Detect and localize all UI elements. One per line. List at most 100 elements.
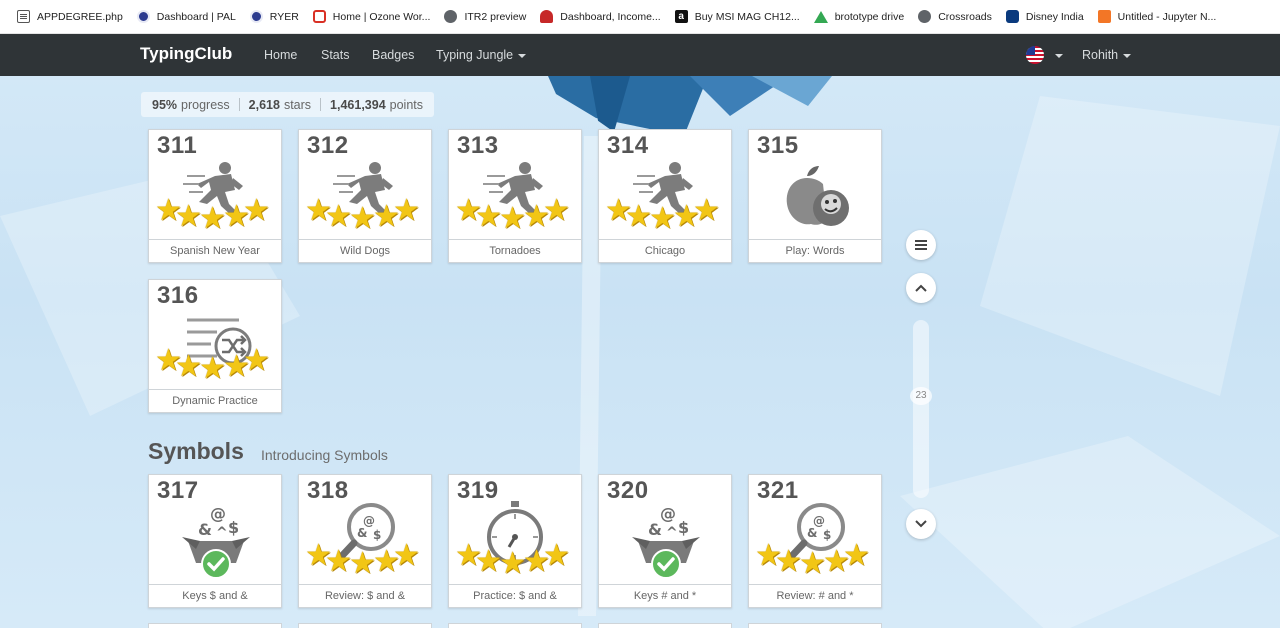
lesson-title: Spanish New Year — [149, 239, 281, 262]
bookmark-appdegree[interactable]: APPDEGREE.php — [10, 5, 130, 29]
bookmark-brototype[interactable]: brototype drive — [807, 5, 911, 29]
nav-badges[interactable]: Badges — [372, 48, 414, 62]
chevron-down-icon[interactable] — [1055, 54, 1063, 58]
lesson-title: Play: Words — [749, 239, 881, 262]
ring-icon — [249, 10, 263, 23]
scroll-up-button[interactable] — [906, 273, 936, 303]
star-icon: ★ — [843, 538, 870, 573]
disney-icon — [1005, 10, 1019, 23]
lesson-title: Review: # and * — [749, 584, 881, 607]
star-icon: ★ — [543, 193, 570, 228]
star-icon: ★ — [499, 201, 526, 236]
lesson-card-316[interactable]: 316 ★ ★ ★ ★ ★ Dynamic Practice — [148, 279, 282, 413]
scroll-down-button[interactable] — [906, 509, 936, 539]
bookmark-dashboard-pal[interactable]: Dashboard | PAL — [130, 5, 243, 29]
lesson-card-311[interactable]: 311 ★ ★ ★ ★ ★ Spanish New Year — [148, 129, 282, 263]
stars-label: stars — [283, 97, 312, 112]
star-icon: ★ — [349, 201, 376, 236]
lesson-title: Wild Dogs — [299, 239, 431, 262]
background-shard — [980, 96, 1280, 396]
lesson-title: Chicago — [599, 239, 731, 262]
star-icon: ★ — [475, 544, 502, 579]
lesson-card-314[interactable]: 314 ★ ★ ★ ★ ★ Chicago — [598, 129, 732, 263]
ring-icon — [136, 10, 150, 23]
star-icon: ★ — [393, 538, 420, 573]
lesson-card-313[interactable]: 313 ★ ★ ★ ★ ★ Tornadoes — [448, 129, 582, 263]
star-rating: ★ ★ ★ ★ ★ — [155, 343, 279, 386]
divider — [238, 98, 240, 111]
star-icon: ★ — [199, 201, 226, 236]
user-name: Rohith — [1082, 48, 1119, 62]
lesson-card-partial[interactable] — [448, 623, 582, 628]
bookmark-disney[interactable]: Disney India — [999, 5, 1091, 29]
top-navbar: TypingClub Home Stats Badges Typing Jung… — [0, 34, 1280, 76]
lesson-card-315[interactable]: 315 Play: Words — [748, 129, 882, 263]
lesson-card-partial[interactable] — [148, 623, 282, 628]
bookmark-itr2[interactable]: ITR2 preview — [437, 5, 533, 29]
globe-icon — [444, 10, 458, 23]
chevron-up-icon — [915, 284, 927, 292]
bookmark-ryer[interactable]: RYER — [243, 5, 306, 29]
nav-home[interactable]: Home — [264, 48, 297, 62]
bookmark-ozone[interactable]: Home | Ozone Wor... — [306, 5, 438, 29]
amazon-icon: a — [674, 10, 688, 23]
lesson-card-317[interactable]: 317 Keys $ and & — [148, 474, 282, 608]
brand-logo[interactable]: TypingClub — [140, 44, 232, 64]
star-rating: ★ ★ ★ ★ ★ — [755, 538, 879, 581]
bookmark-msi[interactable]: a Buy MSI MAG CH12... — [668, 5, 807, 29]
jupyter-icon — [1097, 10, 1111, 23]
lesson-card-319[interactable]: 319 ★ ★ ★ ★ ★ Practice: $ and & — [448, 474, 582, 608]
star-icon: ★ — [625, 199, 652, 234]
bookmarks-bar: APPDEGREE.php Dashboard | PAL RYER Home … — [0, 0, 1280, 34]
star-icon: ★ — [775, 544, 802, 579]
lesson-card-318[interactable]: 318 ★ ★ ★ ★ ★ Review: $ and & — [298, 474, 432, 608]
nav-typing-jungle[interactable]: Typing Jungle — [436, 48, 527, 62]
square-icon — [312, 10, 326, 23]
user-menu[interactable]: Rohith — [1082, 48, 1132, 62]
hamburger-icon — [915, 240, 927, 250]
star-icon: ★ — [349, 546, 376, 581]
bookmark-dashboard-income[interactable]: Dashboard, Income... — [533, 5, 667, 29]
star-icon: ★ — [325, 544, 352, 579]
lesson-title: Practice: $ and & — [449, 584, 581, 607]
doc-icon — [17, 10, 30, 23]
bookmark-crossroads[interactable]: Crossroads — [911, 5, 999, 29]
star-rating: ★ ★ ★ ★ ★ — [455, 541, 579, 581]
menu-button[interactable] — [906, 230, 936, 260]
points-count: 1,461,394 — [330, 97, 386, 112]
star-icon: ★ — [499, 546, 526, 581]
lesson-card-partial[interactable] — [748, 623, 882, 628]
chevron-down-icon — [915, 520, 927, 528]
lesson-card-321[interactable]: 321 ★ ★ ★ ★ ★ Review: # and * — [748, 474, 882, 608]
lesson-title: Dynamic Practice — [149, 389, 281, 412]
star-rating: ★ ★ ★ ★ ★ — [305, 538, 429, 581]
lesson-title: Keys # and * — [599, 584, 731, 607]
scroll-position-label: 23 — [910, 387, 932, 405]
background-shard — [900, 436, 1280, 628]
chevron-down-icon — [518, 53, 527, 58]
star-rating: ★ ★ ★ ★ ★ — [455, 193, 579, 236]
lesson-scroll-track[interactable] — [913, 320, 929, 498]
star-icon: ★ — [393, 193, 420, 228]
star-icon: ★ — [243, 343, 270, 378]
star-icon: ★ — [693, 193, 720, 228]
star-icon: ★ — [199, 351, 226, 386]
drive-icon — [813, 10, 828, 23]
star-rating: ★ ★ ★ ★ ★ — [155, 193, 279, 236]
star-icon: ★ — [475, 199, 502, 234]
stars-count: 2,618 — [248, 97, 280, 112]
lesson-card-partial[interactable] — [298, 623, 432, 628]
globe-icon — [918, 10, 932, 23]
nav-stats[interactable]: Stats — [321, 48, 350, 62]
lesson-card-partial[interactable] — [598, 623, 732, 628]
lesson-card-320[interactable]: 320 Keys # and * — [598, 474, 732, 608]
star-rating: ★ ★ ★ ★ ★ — [305, 193, 429, 236]
star-icon: ★ — [799, 546, 826, 581]
star-icon: ★ — [243, 193, 270, 228]
lesson-card-312[interactable]: 312 ★ ★ ★ ★ ★ Wild Dogs — [298, 129, 432, 263]
bookmark-jupyter[interactable]: Untitled - Jupyter N... — [1091, 5, 1224, 29]
section-subtitle: Introducing Symbols — [261, 447, 388, 463]
us-flag-icon[interactable] — [1026, 46, 1044, 64]
star-icon: ★ — [649, 201, 676, 236]
star-icon: ★ — [325, 199, 352, 234]
